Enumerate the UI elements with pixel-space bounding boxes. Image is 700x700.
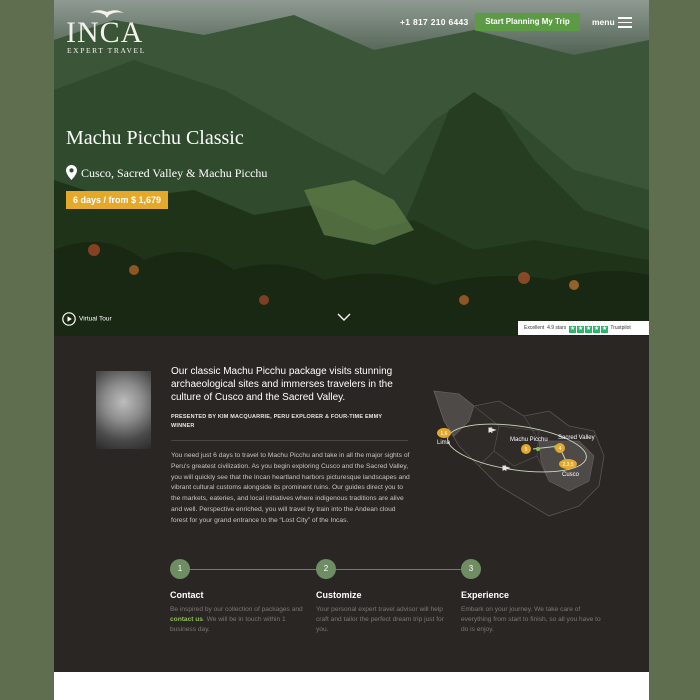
divider xyxy=(171,440,408,441)
star-icon: ★ xyxy=(569,326,577,333)
presenter-portrait xyxy=(96,371,151,449)
step-text: Be inspired by our collection of package… xyxy=(170,605,310,635)
hamburger-icon[interactable] xyxy=(618,17,632,28)
trustpilot-score: 4.9 stars xyxy=(547,325,567,331)
map-label-machu-picchu: Machu Picchu xyxy=(510,437,548,443)
overview-section: Our classic Machu Picchu package visits … xyxy=(54,336,649,672)
hero-section: INCA EXPERT TRAVEL +1 817 210 6443 Start… xyxy=(54,0,649,336)
menu-label[interactable]: menu xyxy=(592,17,615,27)
virtual-tour-link[interactable]: Virtual Tour xyxy=(62,312,112,326)
intro-body: You need just 6 days to travel to Machu … xyxy=(171,452,410,524)
step-title: Experience xyxy=(461,590,510,600)
logo-tagline: EXPERT TRAVEL xyxy=(67,46,146,55)
step-text: Your personal expert travel advisor will… xyxy=(316,606,444,633)
logo-wordmark: INCA xyxy=(66,16,144,49)
virtual-tour-label: Virtual Tour xyxy=(79,315,112,323)
route-map: 1,6 Lima 5 Machu Picchu 4 Sacred Valley … xyxy=(433,390,605,517)
step-customize: 2 Customize Your personal expert travel … xyxy=(316,559,456,635)
start-planning-button[interactable]: Start Planning My Trip xyxy=(475,13,580,31)
tour-title: Machu Picchu Classic xyxy=(66,127,244,149)
step-number: 2 xyxy=(316,559,336,579)
contact-us-link[interactable]: contact us xyxy=(170,616,203,623)
step-title: Customize xyxy=(316,590,362,600)
step-number: 1 xyxy=(170,559,190,579)
trustpilot-brand: Trustpilot xyxy=(610,325,631,331)
intro-lead: Our classic Machu Picchu package visits … xyxy=(171,366,393,403)
trustpilot-label: Excellent xyxy=(524,325,545,331)
tour-location-text: Cusco, Sacred Valley & Machu Picchu xyxy=(81,166,268,180)
play-icon xyxy=(62,312,76,326)
map-label-lima: Lima xyxy=(437,440,451,446)
presented-by: PRESENTED BY KIM MACQUARRIE, PERU EXPLOR… xyxy=(171,414,383,429)
map-label-cusco: Cusco xyxy=(562,472,580,478)
step-title: Contact xyxy=(170,590,204,600)
map-pin-icon xyxy=(66,165,77,180)
chevron-down-icon[interactable] xyxy=(337,312,351,322)
step-number: 3 xyxy=(461,559,481,579)
map-badge-machu-picchu: 5 xyxy=(525,447,528,453)
step-text: Embark on your journey. We take care of … xyxy=(461,606,601,633)
map-badge-lima: 1,6 xyxy=(441,431,448,437)
map-badge-cusco: 2,3,5 xyxy=(562,462,573,468)
duration-price-badge: 6 days / from $ 1,679 xyxy=(66,191,169,209)
trustpilot-widget[interactable]: Excellent 4.9 stars ★ ★ ★ ★ ★ Trustpilot xyxy=(518,321,649,335)
step-contact: 1 Contact Be inspired by our collection … xyxy=(170,559,310,635)
star-icon: ★ xyxy=(601,326,609,333)
star-icon: ★ xyxy=(585,326,593,333)
tour-location: Cusco, Sacred Valley & Machu Picchu xyxy=(66,165,267,181)
page: INCA EXPERT TRAVEL +1 817 210 6443 Start… xyxy=(54,0,649,700)
step-text-part: Be inspired by our collection of package… xyxy=(170,606,303,613)
step-experience: 3 Experience Embark on your journey. We … xyxy=(461,559,601,635)
star-icon: ★ xyxy=(577,326,585,333)
phone-number[interactable]: +1 817 210 6443 xyxy=(400,17,469,27)
map-badge-sacred-valley: 4 xyxy=(559,446,562,452)
star-icon: ★ xyxy=(593,326,601,333)
map-label-sacred-valley: Sacred Valley xyxy=(558,435,595,441)
